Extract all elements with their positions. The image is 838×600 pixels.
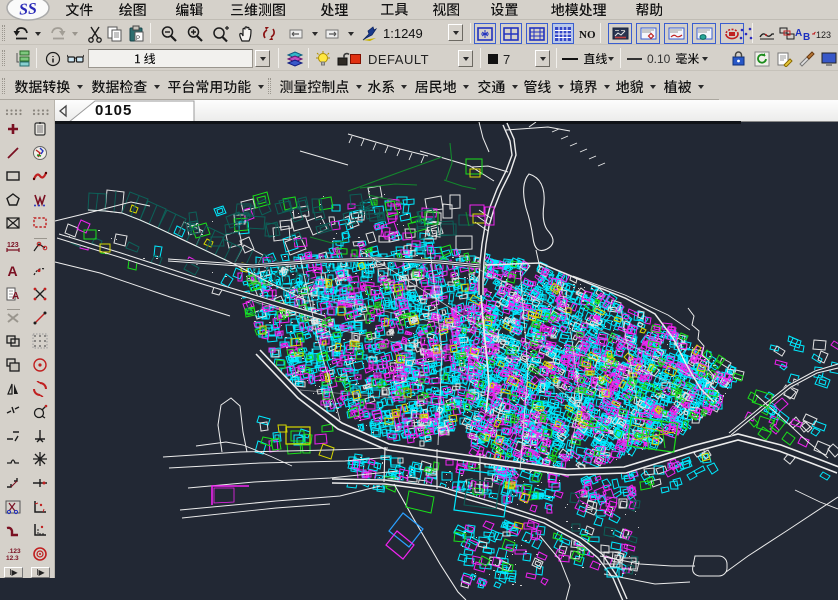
svg-text:123: 123	[816, 30, 831, 40]
svg-text:NO: NO	[579, 29, 596, 41]
svg-text:.123: .123	[8, 548, 21, 555]
svg-text:SS: SS	[18, 0, 37, 18]
svg-text:12.3: 12.3	[6, 555, 19, 562]
svg-text:123: 123	[7, 242, 19, 249]
svg-text:A: A	[12, 291, 19, 302]
svg-text:A: A	[8, 263, 18, 279]
svg-text:P: P	[136, 36, 140, 42]
svg-text:A: A	[795, 28, 802, 39]
